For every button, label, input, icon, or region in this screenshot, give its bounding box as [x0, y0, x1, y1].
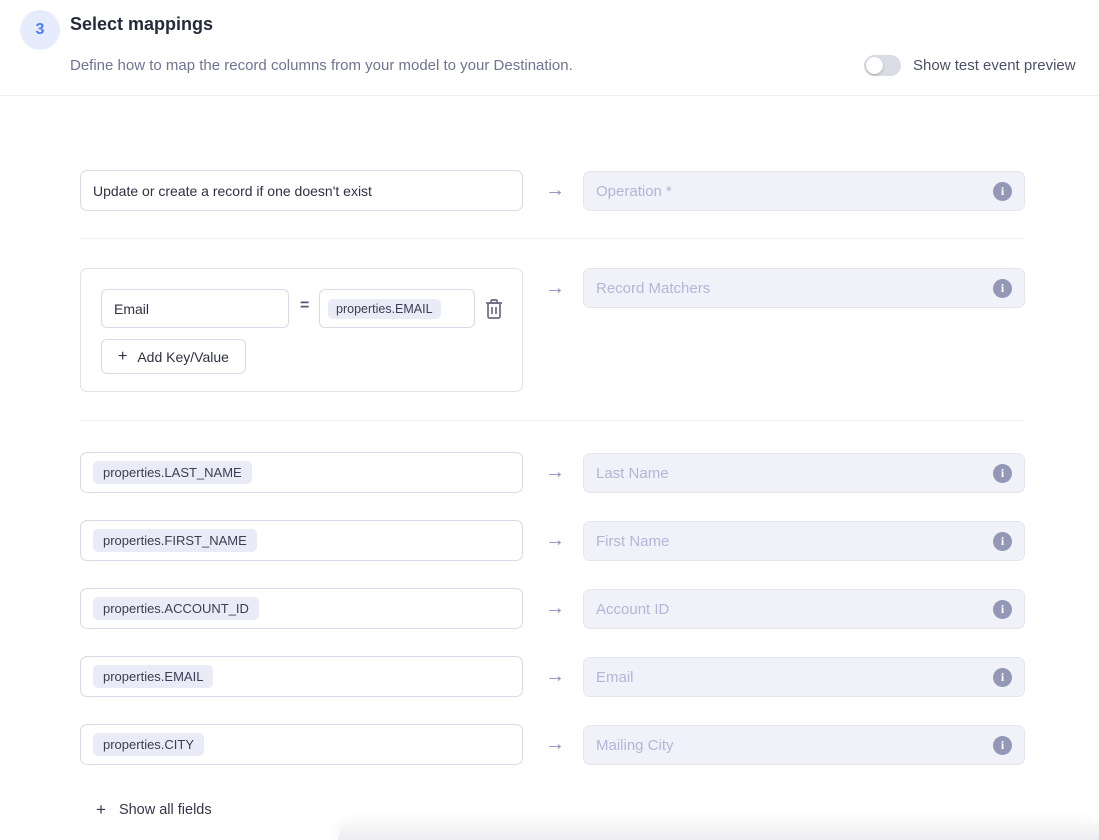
- arrow-right-icon: →: [542, 733, 568, 756]
- arrow-right-icon: →: [542, 529, 568, 552]
- matcher-value-input[interactable]: properties.EMAIL: [319, 289, 475, 328]
- info-icon[interactable]: i: [993, 668, 1012, 687]
- show-all-fields-label: Show all fields: [119, 802, 212, 818]
- record-matchers-destination-label: Record Matchers: [596, 280, 710, 297]
- add-key-value-button[interactable]: + Add Key/Value: [101, 339, 246, 374]
- mapping-destination-field[interactable]: Account ID i: [583, 589, 1025, 629]
- mapping-destination-field[interactable]: Email i: [583, 657, 1025, 697]
- info-icon[interactable]: i: [993, 600, 1012, 619]
- operation-source-value: Update or create a record if one doesn't…: [93, 183, 372, 199]
- mapping-source-input[interactable]: properties.LAST_NAME: [80, 452, 523, 493]
- source-column-chip[interactable]: properties.LAST_NAME: [93, 461, 252, 484]
- operation-source-input[interactable]: Update or create a record if one doesn't…: [80, 170, 523, 211]
- step-number-badge: 3: [20, 10, 60, 50]
- record-matchers-group: Email = properties.EMAIL + Add Key/Value: [80, 268, 523, 392]
- plus-icon: +: [118, 348, 127, 366]
- mapping-source-input[interactable]: properties.EMAIL: [80, 656, 523, 697]
- source-column-chip[interactable]: properties.FIRST_NAME: [93, 529, 257, 552]
- destination-field-label: Last Name: [596, 465, 669, 482]
- select-mappings-page: 3 Select mappings Define how to map the …: [0, 0, 1099, 840]
- mapping-destination-field[interactable]: Mailing City i: [583, 725, 1025, 765]
- matcher-key-input[interactable]: Email: [101, 289, 289, 328]
- mapping-source-input[interactable]: properties.FIRST_NAME: [80, 520, 523, 561]
- destination-field-label: Account ID: [596, 601, 669, 618]
- info-icon[interactable]: i: [993, 736, 1012, 755]
- test-event-preview-toggle-group: Show test event preview: [864, 55, 1076, 76]
- show-all-fields-button[interactable]: + Show all fields: [96, 800, 212, 820]
- matcher-key-value: Email: [114, 301, 149, 317]
- arrow-right-icon: →: [542, 179, 568, 202]
- add-key-value-label: Add Key/Value: [137, 349, 229, 365]
- header-divider: [0, 95, 1099, 96]
- page-title: Select mappings: [70, 14, 213, 35]
- equals-icon: =: [300, 297, 309, 315]
- toggle-knob: [866, 57, 883, 74]
- operation-destination-field[interactable]: Operation * i: [583, 171, 1025, 211]
- page-subtitle: Define how to map the record columns fro…: [70, 57, 573, 74]
- info-icon[interactable]: i: [993, 464, 1012, 483]
- matcher-value-chip[interactable]: properties.EMAIL: [328, 299, 441, 319]
- info-icon[interactable]: i: [993, 532, 1012, 551]
- destination-field-label: Mailing City: [596, 737, 674, 754]
- record-matchers-destination-field[interactable]: Record Matchers i: [583, 268, 1025, 308]
- plus-icon: +: [96, 800, 106, 820]
- bottom-panel-edge: [338, 822, 1099, 840]
- arrow-right-icon: →: [542, 277, 568, 300]
- operation-destination-label: Operation *: [596, 183, 672, 200]
- info-icon[interactable]: i: [993, 279, 1012, 298]
- section-divider: [80, 238, 1025, 239]
- info-icon[interactable]: i: [993, 182, 1012, 201]
- source-column-chip[interactable]: properties.CITY: [93, 733, 204, 756]
- section-divider: [80, 420, 1025, 421]
- show-test-event-preview-toggle[interactable]: [864, 55, 901, 76]
- toggle-label: Show test event preview: [913, 57, 1076, 74]
- arrow-right-icon: →: [542, 665, 568, 688]
- arrow-right-icon: →: [542, 597, 568, 620]
- source-column-chip[interactable]: properties.EMAIL: [93, 665, 213, 688]
- source-column-chip[interactable]: properties.ACCOUNT_ID: [93, 597, 259, 620]
- destination-field-label: First Name: [596, 533, 669, 550]
- destination-field-label: Email: [596, 669, 634, 686]
- mapping-source-input[interactable]: properties.ACCOUNT_ID: [80, 588, 523, 629]
- mapping-source-input[interactable]: properties.CITY: [80, 724, 523, 765]
- mapping-destination-field[interactable]: First Name i: [583, 521, 1025, 561]
- trash-icon[interactable]: [484, 298, 504, 320]
- arrow-right-icon: →: [542, 461, 568, 484]
- mapping-destination-field[interactable]: Last Name i: [583, 453, 1025, 493]
